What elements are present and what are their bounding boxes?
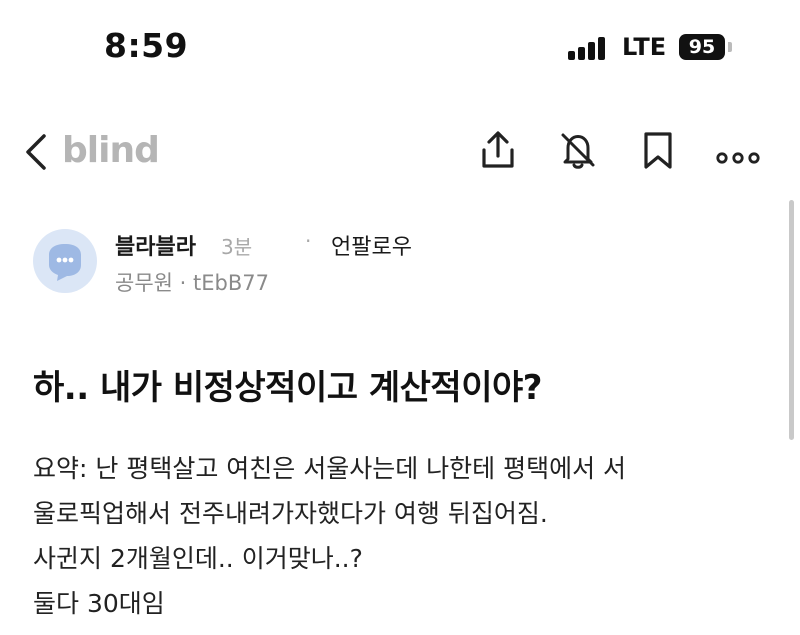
meta-separator: · xyxy=(305,229,312,253)
post-title: 하.. 내가 비정상적이고 계산적이야? xyxy=(33,368,542,408)
battery-tip xyxy=(728,42,732,52)
back-button[interactable] xyxy=(22,130,52,174)
chevron-left-icon xyxy=(26,134,46,170)
post-body-line: 둘다 30대임 xyxy=(33,589,165,618)
post-time: 3분 xyxy=(221,235,253,259)
post-body-line: 울로픽업해서 전주내려가자했다가 여행 뒤집어짐. xyxy=(33,499,548,528)
avatar[interactable] xyxy=(33,229,97,293)
author-nickname[interactable]: 블라블라 xyxy=(115,229,196,261)
battery-level: 95 xyxy=(688,36,716,58)
status-bar: 8:59 LTE 95 xyxy=(0,0,800,100)
chat-bubble-icon xyxy=(49,244,81,281)
unfollow-button[interactable]: 언팔로우 xyxy=(331,229,412,261)
bell-off-icon xyxy=(561,133,595,169)
network-type: LTE xyxy=(622,33,667,61)
author-company: 공무원 · tEbB77 xyxy=(115,271,269,295)
top-nav: blind xyxy=(0,120,800,184)
battery-icon: 95 xyxy=(679,34,725,60)
post-body-line: 요약: 난 평택살고 여친은 서울사는데 나한테 평택에서 서 xyxy=(33,454,627,483)
more-options-button[interactable] xyxy=(714,128,760,172)
share-icon xyxy=(482,131,514,168)
post-body-line: 사귄지 2개월인데.. 이거맞나..? xyxy=(33,544,363,573)
post-author: 블라블라 3분 · 언팔로우 공무원 · tEbB77 xyxy=(33,225,773,300)
notification-off-button[interactable] xyxy=(556,128,600,172)
signal-icon xyxy=(568,36,610,60)
bookmark-button[interactable] xyxy=(636,128,680,172)
app-logo: blind xyxy=(62,130,160,171)
more-horizontal-icon xyxy=(716,152,760,164)
status-time: 8:59 xyxy=(104,26,189,65)
bookmark-icon xyxy=(644,132,672,169)
post-body: 요약: 난 평택살고 여친은 서울사는데 나한테 평택에서 서 울로픽업해서 전… xyxy=(33,446,778,626)
share-button[interactable] xyxy=(476,128,520,172)
scrollbar[interactable] xyxy=(789,200,794,440)
